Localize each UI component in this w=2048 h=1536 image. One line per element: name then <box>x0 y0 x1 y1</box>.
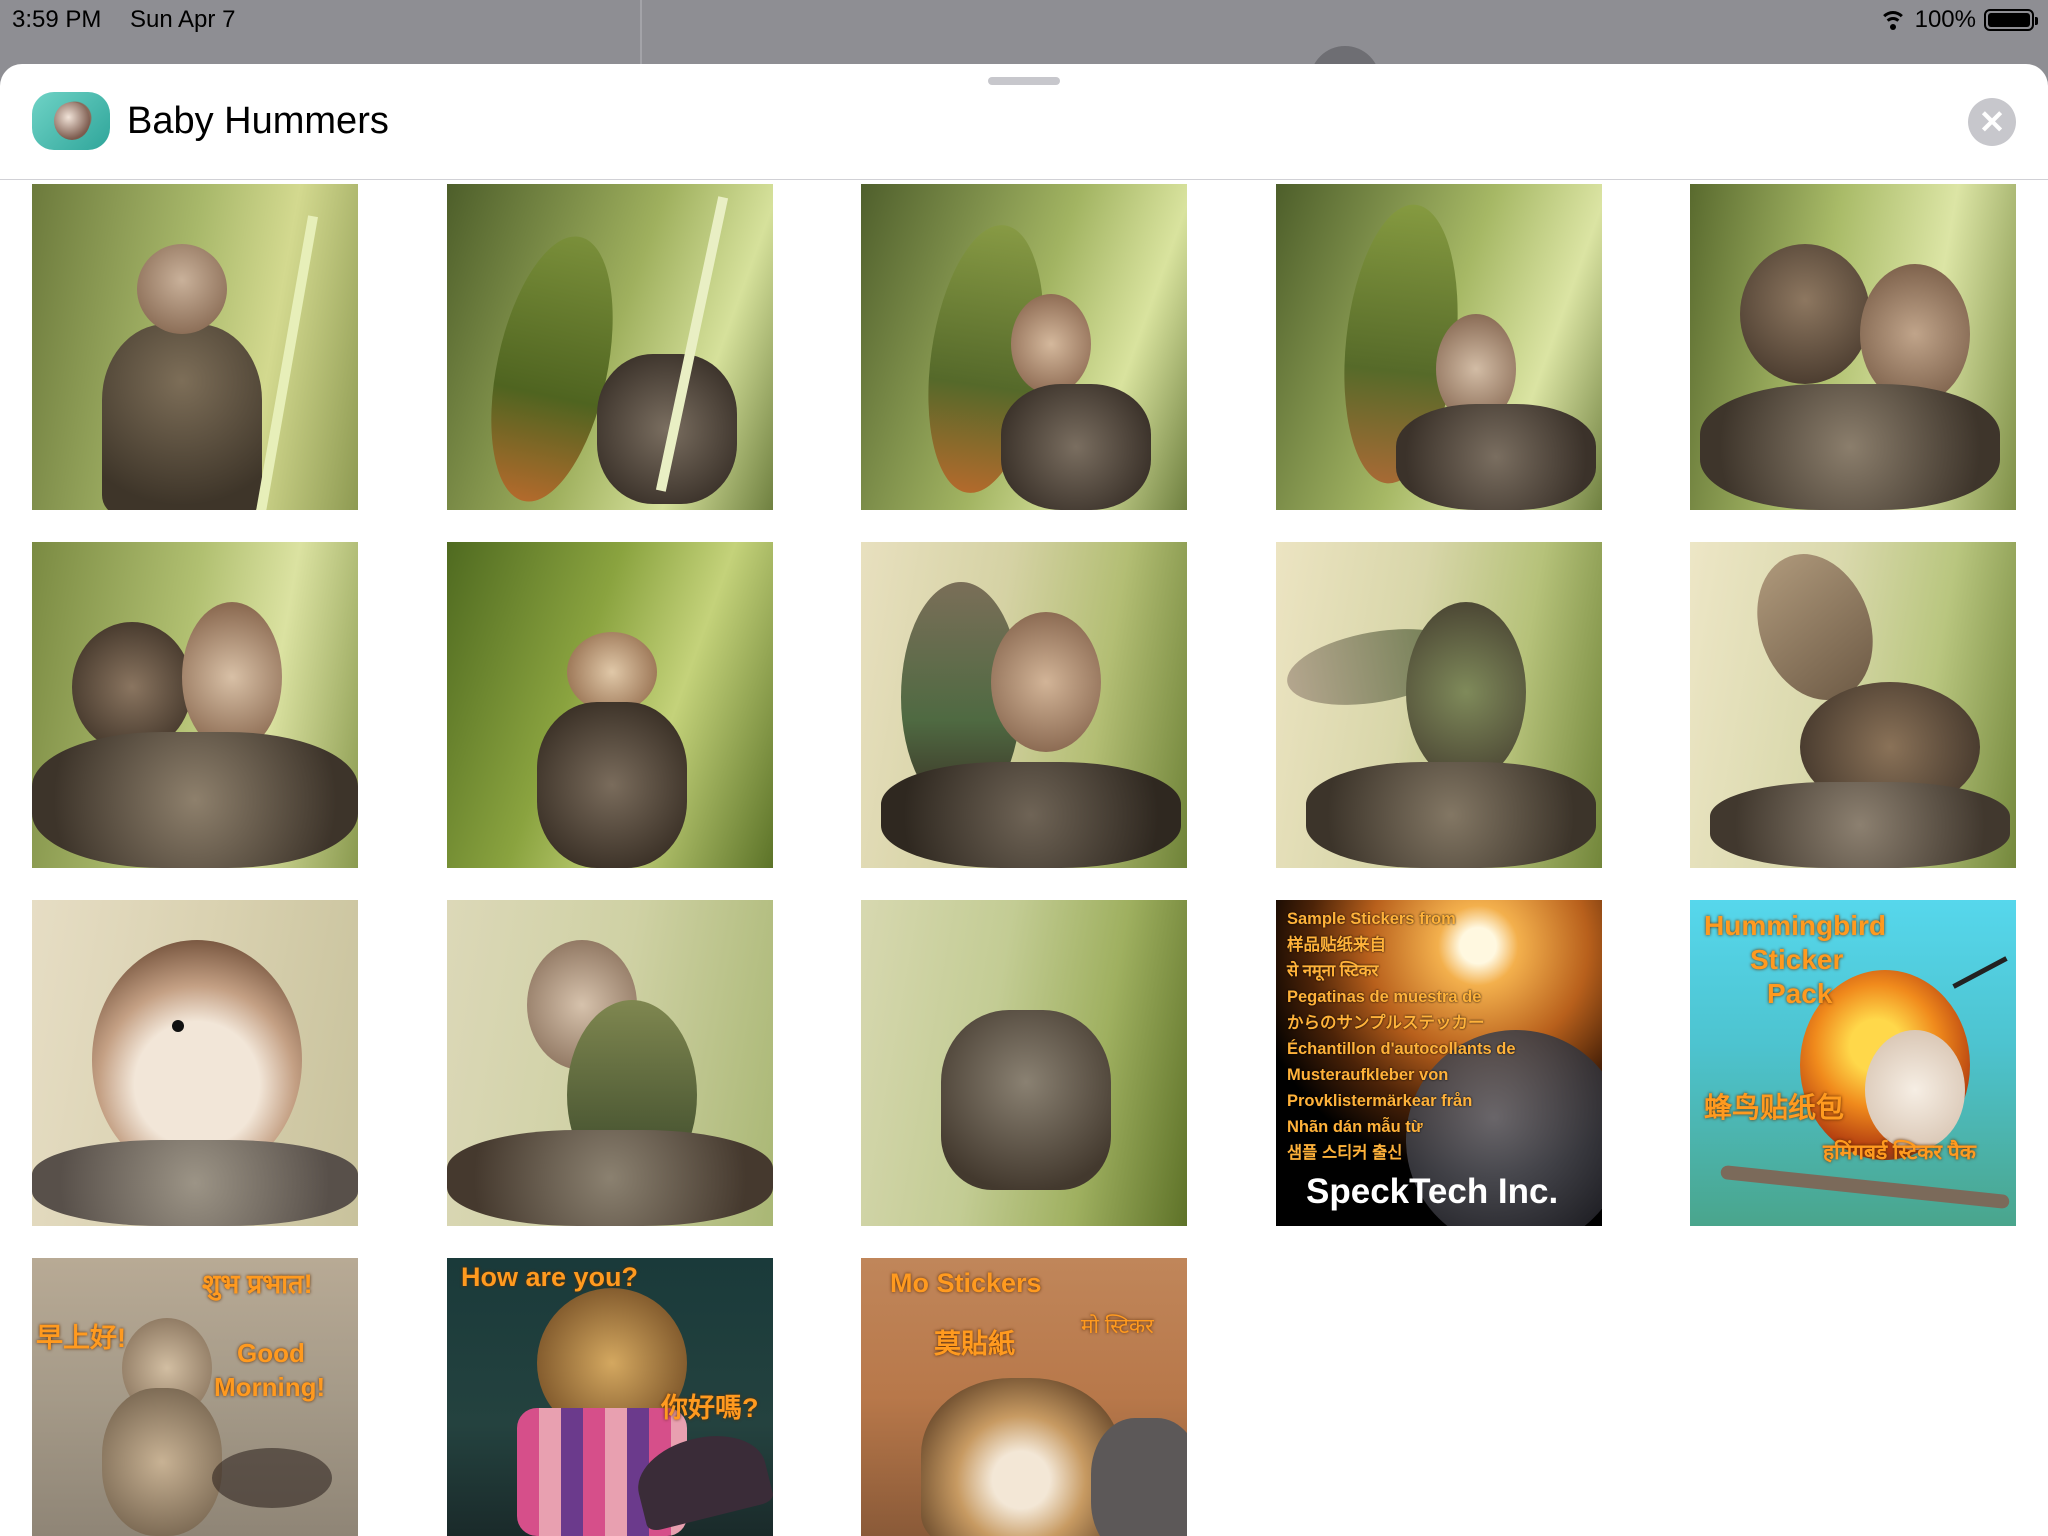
battery-icon <box>1984 9 2038 31</box>
specktech-line: 샘플 스티커 출신 <box>1287 1144 1403 1162</box>
sticker-12[interactable] <box>447 900 773 1226</box>
specktech-line: Échantillon d'autocollants de <box>1287 1040 1516 1058</box>
sticker-specktech[interactable]: Sample Stickers from 样品贴纸来自 से नमूना स्ट… <box>1276 900 1602 1226</box>
status-time: 3:59 PM <box>12 6 102 33</box>
sticker-8[interactable] <box>861 542 1187 868</box>
app-icon <box>32 92 110 150</box>
status-date: Sun Apr 7 <box>130 6 236 33</box>
sticker-11[interactable] <box>32 900 358 1226</box>
specktech-brand: SpeckTech Inc. <box>1306 1172 1559 1211</box>
battery-percentage: 100% <box>1914 6 1976 33</box>
sheet-header: Baby Hummers ✕ <box>0 64 2048 180</box>
sticker-grid: Sample Stickers from 样品贴纸来自 से नमूना स्ट… <box>0 184 2048 1536</box>
sticker-2[interactable] <box>447 184 773 510</box>
specktech-line: Musteraufkleber von <box>1287 1066 1449 1084</box>
specktech-line: Pegatinas de muestra de <box>1287 988 1482 1006</box>
specktech-lines: Sample Stickers from 样品贴纸来自 से नमूना स्ट… <box>1287 906 1516 1166</box>
pack-hindi: हमिंगबर्ड स्टिकर पैक <box>1823 1141 1976 1164</box>
pack-chinese: 蜂鸟贴纸包 <box>1704 1092 1845 1123</box>
sticker-6[interactable] <box>32 542 358 868</box>
sticker-4[interactable] <box>1276 184 1602 510</box>
specktech-line: Provklistermärkear från <box>1287 1092 1473 1110</box>
specktech-line: Sample Stickers from <box>1287 910 1456 928</box>
sticker-13[interactable] <box>861 900 1187 1226</box>
app-title: Baby Hummers <box>127 100 389 142</box>
sticker-7[interactable] <box>447 542 773 868</box>
sticker-howareyou[interactable]: How are you? 你好嗎? <box>447 1258 773 1536</box>
split-view-divider <box>640 0 642 64</box>
morning-hindi: शुभ प्रभात! <box>202 1269 313 1299</box>
status-bar: 3:59 PM Sun Apr 7 100% <box>0 0 2048 64</box>
morning-english-1: Good <box>237 1338 305 1368</box>
morning-chinese: 早上好! <box>36 1323 126 1353</box>
mostickers-hindi: मो स्टिकर <box>1081 1315 1154 1338</box>
specktech-line: 样品贴纸来自 <box>1287 936 1386 954</box>
sticker-9[interactable] <box>1276 542 1602 868</box>
specktech-line: からのサンプルステッカー <box>1287 1014 1485 1032</box>
wifi-icon <box>1878 9 1907 31</box>
pack-line2: Sticker <box>1750 944 1844 975</box>
sticker-1[interactable] <box>32 184 358 510</box>
close-icon: ✕ <box>1978 104 2006 140</box>
morning-english-2: Morning! <box>214 1372 326 1402</box>
sticker-10[interactable] <box>1690 542 2016 868</box>
mostickers-english: Mo Stickers <box>890 1268 1042 1298</box>
pack-line1: Hummingbird <box>1704 910 1886 941</box>
close-button[interactable]: ✕ <box>1968 98 2016 146</box>
howareyou-english: How are you? <box>461 1262 639 1292</box>
mostickers-chinese: 莫貼紙 <box>934 1329 1015 1359</box>
specktech-line: Nhãn dán mẫu từ <box>1287 1118 1423 1136</box>
status-indicators: 100% <box>1878 6 2038 34</box>
pack-line3: Pack <box>1767 978 1833 1009</box>
sticker-3[interactable] <box>861 184 1187 510</box>
sticker-5[interactable] <box>1690 184 2016 510</box>
howareyou-chinese: 你好嗎? <box>661 1393 759 1423</box>
sticker-pack[interactable]: Hummingbird Sticker Pack 蜂鸟贴纸包 हमिंगबर्ड… <box>1690 900 2016 1226</box>
sticker-mostickers[interactable]: Mo Stickers 莫貼紙 मो स्टिकर <box>861 1258 1187 1536</box>
sticker-morning[interactable]: शुभ प्रभात! 早上好! Good Morning! <box>32 1258 358 1536</box>
specktech-line: से नमूना स्टिकर <box>1287 962 1379 980</box>
sticker-sheet: Baby Hummers ✕ Sample Stickers from 样品贴纸… <box>0 64 2048 1536</box>
